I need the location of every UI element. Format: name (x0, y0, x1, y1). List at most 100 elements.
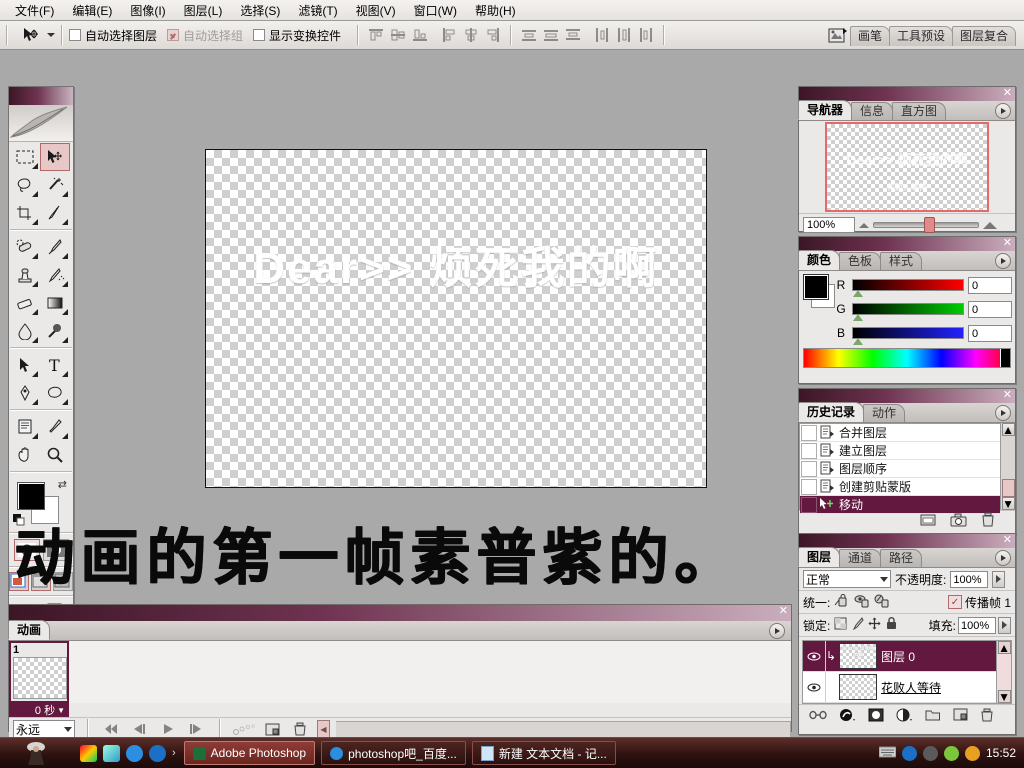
align-left-icon[interactable] (439, 25, 459, 45)
panel-menu-icon[interactable] (769, 623, 785, 639)
history-item[interactable]: 图层顺序 (800, 460, 1000, 478)
distribute-bottom-icon[interactable] (563, 25, 583, 45)
menu-item-layer[interactable]: 图层(L) (175, 0, 232, 21)
r-track[interactable] (852, 279, 964, 291)
align-right-icon[interactable] (483, 25, 503, 45)
shield-icon[interactable] (944, 746, 959, 761)
tab-paths[interactable]: 路径 (880, 549, 922, 567)
g-track[interactable] (852, 303, 964, 315)
layer-row-selected[interactable]: ↳ Dear>> 烦死我的啊 图层 0 (803, 641, 996, 672)
panel-menu-icon[interactable] (995, 405, 1011, 421)
blend-mode-select[interactable]: 正常 (803, 570, 891, 588)
channel-value-g[interactable]: 0 (968, 301, 1012, 318)
tab-actions[interactable]: 动作 (863, 404, 905, 422)
tool-brush[interactable] (40, 233, 70, 261)
unify-position-icon[interactable] (834, 594, 850, 611)
tab-navigator[interactable]: 导航器 (798, 100, 852, 120)
panel-menu-icon[interactable] (995, 103, 1011, 119)
new-snapshot-icon[interactable] (950, 513, 967, 530)
history-snapshot-box[interactable] (801, 497, 817, 513)
tool-path-selection[interactable] (10, 351, 40, 379)
distribute-vertical-center-icon[interactable] (541, 25, 561, 45)
tool-dodge[interactable] (40, 317, 70, 345)
taskbar-button-notepad[interactable]: 新建 文本文档 - 记... (472, 741, 616, 765)
tool-hand[interactable] (10, 441, 40, 469)
scroll-up-icon[interactable]: ▲ (998, 641, 1011, 654)
lock-position-icon[interactable] (868, 617, 881, 633)
navigator-thumbnail[interactable]: Dear>> 烦死我的啊 花败人等待 (825, 122, 989, 212)
close-icon[interactable]: ✕ (1003, 237, 1012, 250)
tab-layers[interactable]: 图层 (798, 547, 840, 567)
history-snapshot-box[interactable] (801, 443, 817, 459)
volume-icon[interactable] (923, 746, 938, 761)
frame-delay-control[interactable]: 0 秒 ▼ (9, 703, 69, 717)
windows-media-icon[interactable] (80, 745, 97, 762)
delete-state-icon[interactable] (981, 512, 995, 530)
channel-value-b[interactable]: 0 (968, 325, 1012, 342)
auto-select-group-checkbox[interactable]: 自动选择组 (167, 27, 243, 44)
menu-item-edit[interactable]: 编辑(E) (63, 0, 121, 21)
align-bottom-icon[interactable] (410, 25, 430, 45)
b-track[interactable] (852, 327, 964, 339)
distribute-horizontal-center-icon[interactable] (614, 25, 634, 45)
history-item[interactable]: 创建剪贴蒙版 (800, 478, 1000, 496)
tool-eyedropper[interactable] (40, 413, 70, 441)
palette-tab-tool-presets[interactable]: 工具预设 (889, 26, 953, 46)
lock-transparency-icon[interactable] (834, 617, 847, 633)
move-tool-icon[interactable] (18, 24, 44, 46)
tab-styles[interactable]: 样式 (880, 252, 922, 270)
zoom-slider-knob[interactable] (924, 217, 935, 233)
panel-menu-icon[interactable] (995, 253, 1011, 269)
tool-magic-wand[interactable] (40, 171, 70, 199)
animation-scroll-left-icon[interactable]: ◀ (317, 720, 330, 738)
tab-color[interactable]: 颜色 (798, 250, 840, 270)
g-knob[interactable] (853, 314, 863, 321)
layer-visibility-icon[interactable] (803, 672, 826, 702)
unify-visibility-icon[interactable] (854, 594, 870, 611)
link-layers-icon[interactable] (809, 709, 827, 724)
fill-value[interactable]: 100% (958, 617, 996, 634)
taskbar-button-browser[interactable]: photoshop吧_百度... (321, 741, 466, 765)
layers-scrollbar[interactable]: ▲ ▼ (996, 641, 1011, 703)
tool-rectangular-marquee[interactable] (10, 143, 40, 171)
new-group-icon[interactable] (925, 708, 941, 724)
close-icon[interactable]: ✕ (1003, 87, 1012, 100)
menu-item-filter[interactable]: 滤镜(T) (289, 0, 346, 21)
scroll-down-icon[interactable]: ▼ (998, 690, 1011, 703)
layer-name[interactable]: 图层 0 (881, 648, 915, 665)
tool-preset-dropdown-caret[interactable] (47, 33, 55, 37)
tool-lasso[interactable] (10, 171, 40, 199)
scrollbar-thumb[interactable] (1002, 479, 1015, 497)
loop-option-select[interactable]: 永远 (13, 720, 75, 738)
menu-item-window[interactable]: 窗口(W) (405, 0, 466, 21)
select-previous-frame-icon[interactable] (129, 720, 151, 738)
menu-item-file[interactable]: 文件(F) (6, 0, 63, 21)
color-titlebar[interactable]: ✕ (799, 237, 1015, 251)
kingsoft-tray-icon[interactable] (902, 746, 917, 761)
distribute-left-icon[interactable] (592, 25, 612, 45)
swap-colors-icon[interactable]: ⇄ (58, 478, 67, 491)
zoom-out-icon[interactable] (859, 223, 869, 228)
menu-item-help[interactable]: 帮助(H) (466, 0, 525, 21)
play-animation-icon[interactable] (157, 720, 179, 738)
unify-style-icon[interactable] (874, 594, 890, 611)
tool-healing-brush[interactable] (10, 233, 40, 261)
select-first-frame-icon[interactable] (101, 720, 123, 738)
tool-eraser[interactable] (10, 289, 40, 317)
maxthon-icon[interactable] (126, 745, 143, 762)
tool-zoom[interactable] (40, 441, 70, 469)
opacity-slider-button[interactable] (992, 571, 1005, 588)
scroll-down-icon[interactable]: ▼ (1002, 497, 1015, 510)
zoom-in-icon[interactable] (983, 222, 997, 229)
history-item[interactable]: 建立图层 (800, 442, 1000, 460)
frame-thumbnail[interactable] (13, 657, 67, 699)
close-icon[interactable]: ✕ (1003, 534, 1012, 547)
layer-name[interactable]: 花败人等待 (881, 679, 941, 696)
history-titlebar[interactable]: ✕ (799, 389, 1015, 403)
lock-all-icon[interactable] (885, 617, 898, 633)
go-to-bridge-icon[interactable] (825, 25, 851, 47)
menu-item-view[interactable]: 视图(V) (347, 0, 405, 21)
history-item[interactable]: 合并图层 (800, 424, 1000, 442)
adjustment-layer-icon[interactable] (896, 708, 913, 725)
lock-pixels-icon[interactable] (851, 617, 864, 633)
